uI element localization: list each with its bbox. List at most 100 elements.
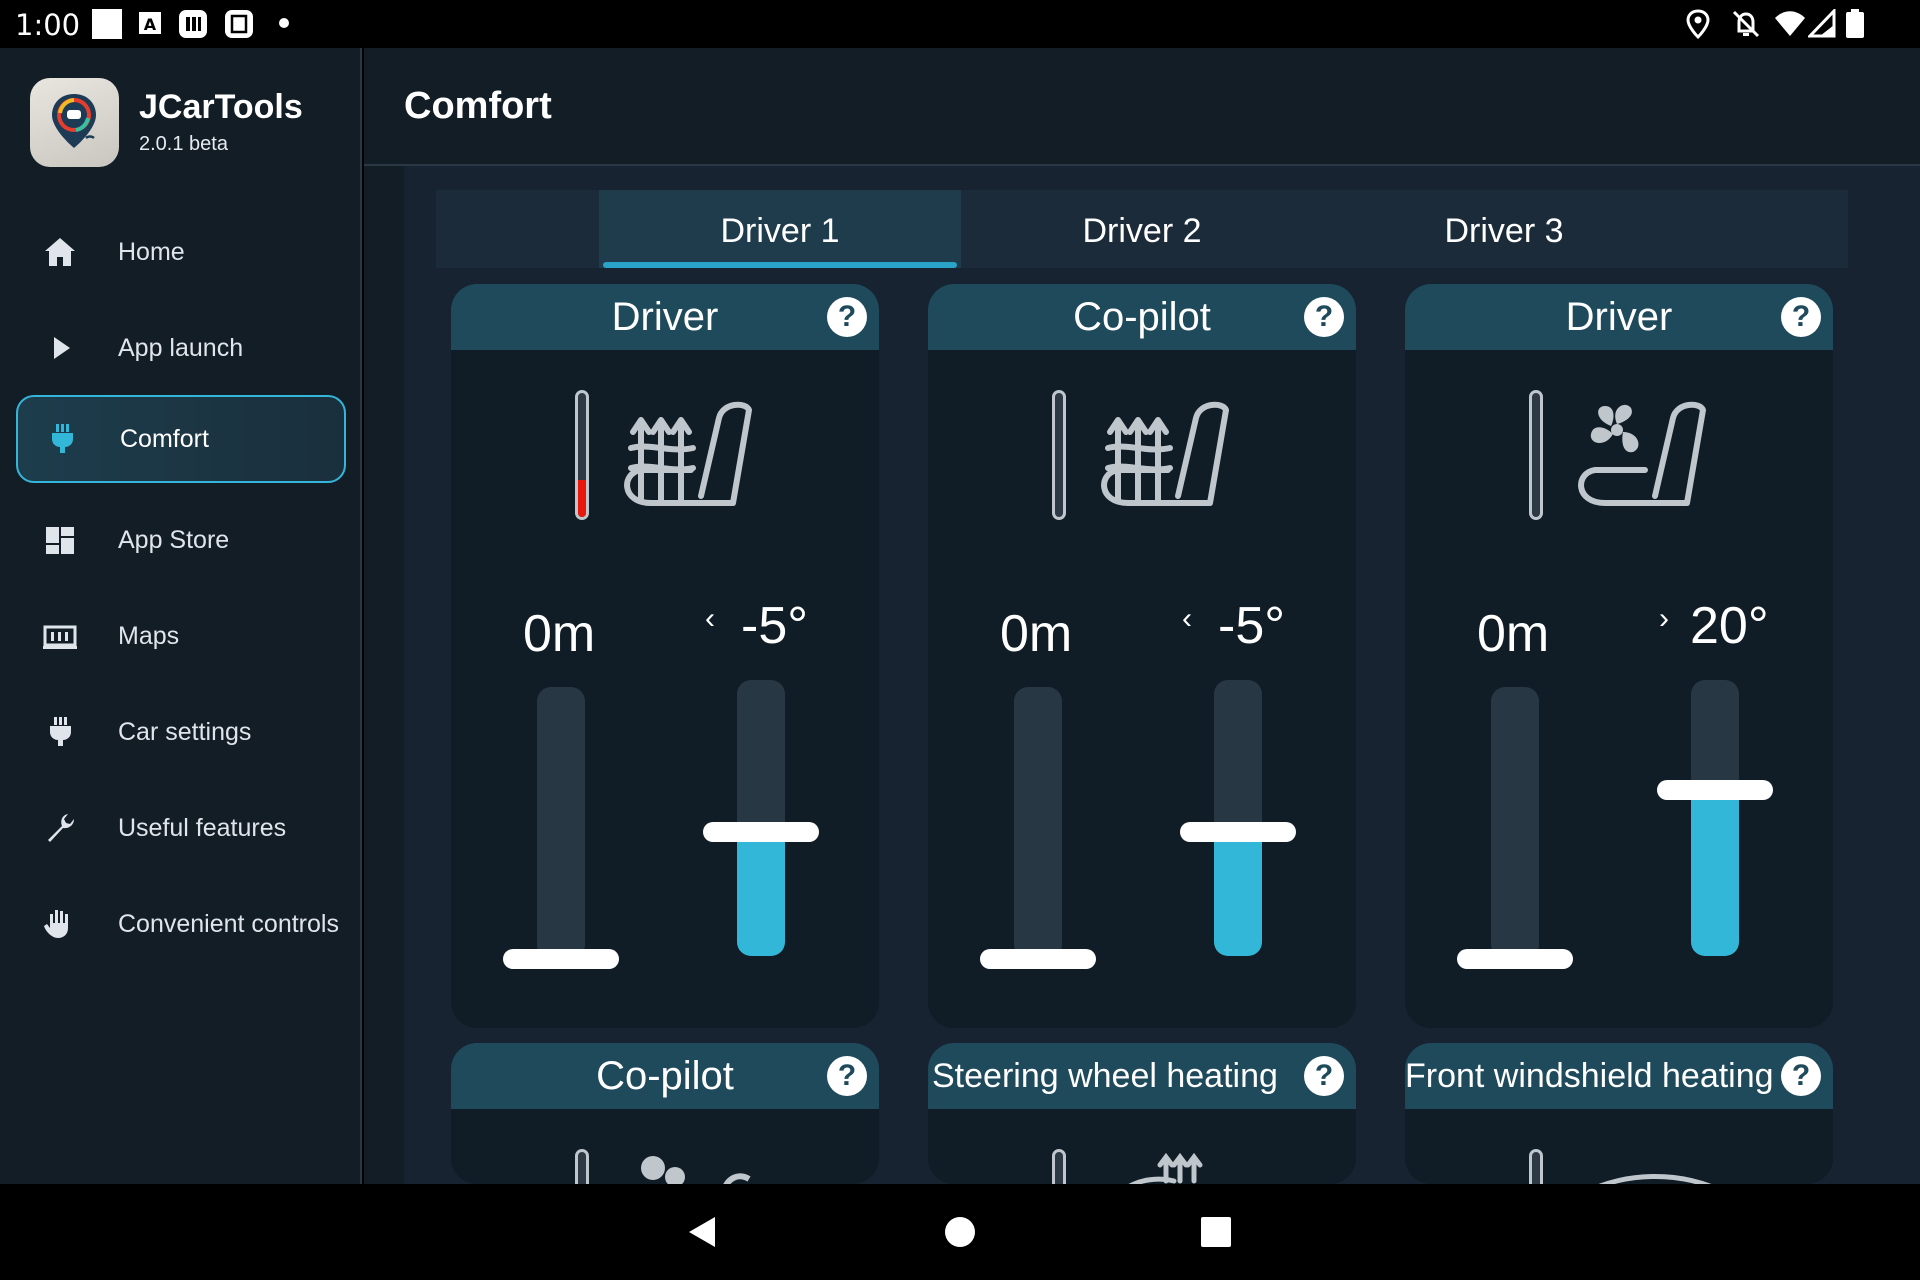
signal-icon [1808,9,1836,38]
timer-slider[interactable] [1014,687,1062,959]
heat-thermometer [1052,1149,1066,1184]
temperature-slider-handle[interactable] [1180,821,1296,842]
sidebar-item-label: Maps [118,621,180,650]
sidebar-item-convenient-controls[interactable]: Convenient controls [16,880,346,968]
sidebar: JCarTools 2.0.1 beta Home App launch Com… [0,48,362,1184]
card-steering-wheel-heating: Steering wheel heating ? [928,1043,1356,1184]
temperature-slider[interactable] [737,680,785,956]
tab-spacer [436,190,599,268]
temperature-slider[interactable] [1691,680,1739,956]
tab-driver-1[interactable]: Driver 1 [599,190,961,268]
play-icon [42,328,100,368]
temperature-value: 20° [1690,597,1769,655]
sidebar-item-app-launch[interactable]: App launch [16,304,346,392]
timer-slider-handle[interactable] [503,949,619,969]
timer-slider[interactable] [1491,687,1539,959]
home-circle-icon [945,1217,975,1247]
chevron-right-icon[interactable]: › [1659,602,1669,636]
seat-ventilation-icon [1578,401,1706,506]
card-title: Driver [611,295,719,339]
card-header: Driver ? [1405,284,1833,350]
notification-square-icon [92,9,122,39]
timer-value: 0m [1000,605,1073,663]
seat-ventilation-icon [641,1156,751,1184]
sidebar-item-label: App Store [118,525,230,554]
location-icon [1686,9,1710,39]
temperature-slider-fill [737,831,785,956]
heat-thermometer [1529,390,1543,520]
help-button[interactable]: ? [1304,1056,1344,1096]
heat-thermometer [575,1149,589,1184]
sidebar-item-label: Useful features [118,813,287,842]
thermometer-fill [578,479,586,517]
heat-thermometer [1529,1149,1543,1184]
app-badge-icon [179,10,207,38]
system-nav-bar [0,1184,1920,1280]
recents-button[interactable] [1171,1184,1261,1280]
app-badge-2-icon [225,10,253,38]
chevron-left-icon[interactable]: ‹ [705,602,715,636]
help-button[interactable]: ? [1781,1056,1821,1096]
sidebar-item-label: Convenient controls [118,909,339,938]
home-icon [42,232,100,272]
sidebar-item-car-settings[interactable]: Car settings [16,688,346,776]
sidebar-item-comfort[interactable]: Comfort [16,395,346,483]
card-copilot-seat-heating: Co-pilot ? 0m ‹ -5° [928,284,1356,1028]
app-version: 2.0.1 beta [139,133,228,155]
card-header: Co-pilot ? [451,1043,879,1109]
tab-driver-2[interactable]: Driver 2 [961,190,1323,268]
sidebar-item-label: Home [118,237,185,266]
sidebar-item-home[interactable]: Home [16,208,346,296]
sidebar-item-maps[interactable]: Maps [16,592,346,680]
map-icon [42,616,100,656]
back-icon [689,1217,715,1247]
dot-icon [279,18,289,28]
card-header: Steering wheel heating ? [928,1043,1356,1109]
seat-heating-icon [1101,401,1229,506]
timer-slider-handle[interactable] [980,949,1096,969]
status-bar: 1:00 A [0,0,1920,48]
app-logo [30,78,119,167]
temperature-value: -5° [741,597,809,655]
temperature-slider-fill [1214,831,1262,956]
chevron-left-icon[interactable]: ‹ [1182,602,1192,636]
steering-heating-icon [1128,1152,1203,1184]
status-time: 1:00 [15,8,81,42]
home-button[interactable] [915,1184,1005,1280]
card-header: Front windshield heating ? [1405,1043,1833,1109]
help-button[interactable]: ? [827,297,867,337]
card-title: Driver [1565,295,1673,339]
plug-icon [42,712,100,752]
timer-value: 0m [523,605,596,663]
svg-text:A: A [144,15,157,34]
page-title: Comfort [404,85,552,127]
card-title: Steering wheel heating [932,1057,1278,1095]
card-title: Front windshield heating [1405,1057,1774,1095]
sidebar-item-app-store[interactable]: App Store [16,496,346,584]
timer-value: 0m [1477,605,1550,663]
sidebar-item-useful-features[interactable]: Useful features [16,784,346,872]
timer-slider[interactable] [537,687,585,959]
back-button[interactable] [657,1184,747,1280]
help-button[interactable]: ? [1304,297,1344,337]
sidebar-item-label: Comfort [120,424,209,453]
tab-driver-3[interactable]: Driver 3 [1323,190,1685,268]
wifi-icon [1775,11,1805,36]
temperature-slider[interactable] [1214,680,1262,956]
recents-icon [1201,1217,1231,1247]
card-title: Co-pilot [1073,295,1211,339]
help-button[interactable]: ? [827,1056,867,1096]
timer-slider-handle[interactable] [1457,949,1573,969]
card-header: Co-pilot ? [928,284,1356,350]
heat-thermometer [575,390,589,520]
temperature-value: -5° [1218,597,1286,655]
sidebar-item-label: Car settings [118,717,252,746]
wrench-icon [42,808,100,848]
help-button[interactable]: ? [1781,297,1821,337]
app-name: JCarTools [139,88,303,126]
app-logo-icon [52,94,96,148]
temperature-slider-handle[interactable] [703,821,819,842]
temperature-slider-handle[interactable] [1657,780,1773,801]
sidebar-item-label: App launch [118,333,244,362]
card-driver-seat-ventilation: Driver ? 0m › 20° [1405,284,1833,1028]
